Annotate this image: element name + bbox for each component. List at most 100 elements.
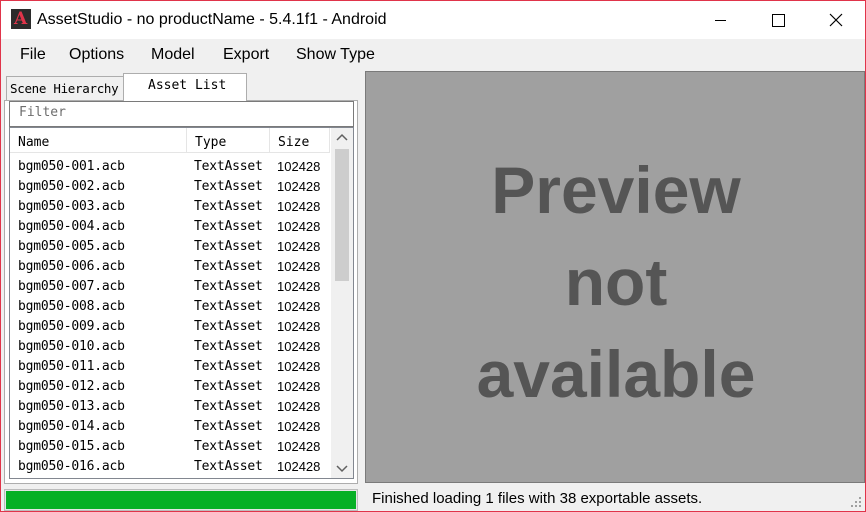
list-item-name: bgm050-007.acb (18, 279, 125, 294)
menu-show-type[interactable]: Show Type (296, 46, 375, 64)
list-item-name: bgm050-013.acb (18, 399, 125, 414)
list-item-size: 102428 (277, 439, 321, 454)
list-item-size: 102428 (277, 379, 321, 394)
list-item-size: 102428 (277, 259, 321, 274)
tab-asset-list[interactable]: Asset List (123, 73, 247, 101)
list-item[interactable]: bgm050-013.acb TextAsset 102428 (10, 397, 330, 417)
list-item-name: bgm050-009.acb (18, 319, 125, 334)
list-item-name: bgm050-011.acb (18, 359, 125, 374)
list-item-size: 102428 (277, 459, 321, 474)
menu-options[interactable]: Options (69, 46, 124, 64)
preview-line: available (476, 337, 756, 411)
preview-message: Preview not available (366, 144, 865, 420)
list-item-name: bgm050-005.acb (18, 239, 125, 254)
list-item[interactable]: bgm050-016.acb TextAsset 102428 (10, 457, 330, 477)
app-icon[interactable]: A (11, 9, 31, 29)
list-item-size: 102428 (277, 359, 321, 374)
list-item-name: bgm050-001.acb (18, 159, 125, 174)
list-item[interactable]: bgm050-005.acb TextAsset 102428 (10, 237, 330, 257)
menu-bar: File Options Model Export Show Type (1, 39, 865, 71)
list-item[interactable]: bgm050-014.acb TextAsset 102428 (10, 417, 330, 437)
list-item-name: bgm050-014.acb (18, 419, 125, 434)
list-item-size: 102428 (277, 339, 321, 354)
list-item-type: TextAsset (194, 299, 263, 314)
progress-fill (6, 491, 356, 509)
list-item[interactable]: bgm050-002.acb TextAsset 102428 (10, 177, 330, 197)
list-item-type: TextAsset (194, 219, 263, 234)
list-item[interactable]: bgm050-007.acb TextAsset 102428 (10, 277, 330, 297)
list-item[interactable]: bgm050-012.acb TextAsset 102428 (10, 377, 330, 397)
preview-line: Preview (491, 153, 741, 227)
list-header: Name Type Size (10, 128, 330, 153)
menu-export[interactable]: Export (223, 46, 269, 64)
list-item-name: bgm050-003.acb (18, 199, 125, 214)
list-item-size: 102428 (277, 399, 321, 414)
list-item-type: TextAsset (194, 199, 263, 214)
list-item-name: bgm050-004.acb (18, 219, 125, 234)
list-item[interactable]: bgm050-015.acb TextAsset 102428 (10, 437, 330, 457)
size-grip-icon[interactable] (850, 496, 862, 508)
app-icon-letter: A (14, 9, 28, 29)
list-rows: bgm050-001.acb TextAsset 102428 bgm050-002.… (10, 157, 330, 477)
title-bar[interactable]: A AssetStudio - no productName - 5.4.1f1… (1, 1, 865, 39)
tab-scene-hierarchy[interactable]: Scene Hierarchy (6, 76, 124, 101)
status-text: Finished loading 1 files with 38 exporta… (372, 490, 703, 507)
minimize-icon[interactable] (691, 1, 749, 39)
left-panel: Scene Hierarchy Asset List Filter Name T… (1, 71, 361, 511)
list-item[interactable]: bgm050-004.acb TextAsset 102428 (10, 217, 330, 237)
close-icon[interactable] (807, 1, 865, 39)
list-item-type: TextAsset (194, 279, 263, 294)
list-item[interactable]: bgm050-006.acb TextAsset 102428 (10, 257, 330, 277)
list-item-type: TextAsset (194, 399, 263, 414)
vertical-scrollbar[interactable] (331, 128, 353, 478)
window-title: AssetStudio - no productName - 5.4.1f1 -… (37, 11, 387, 28)
filter-input[interactable]: Filter (9, 101, 354, 127)
list-item-type: TextAsset (194, 179, 263, 194)
list-item-name: bgm050-008.acb (18, 299, 125, 314)
preview-line: not (564, 245, 668, 319)
list-item-size: 102428 (277, 179, 321, 194)
list-item-type: TextAsset (194, 339, 263, 354)
column-header-size[interactable]: Size (270, 128, 330, 153)
scrollbar-thumb[interactable] (335, 149, 349, 281)
list-item-size: 102428 (277, 159, 321, 174)
app-window: A AssetStudio - no productName - 5.4.1f1… (0, 0, 866, 512)
list-item-type: TextAsset (194, 359, 263, 374)
list-item-size: 102428 (277, 299, 321, 314)
list-item[interactable]: bgm050-009.acb TextAsset 102428 (10, 317, 330, 337)
list-item-size: 102428 (277, 279, 321, 294)
list-item-name: bgm050-002.acb (18, 179, 125, 194)
preview-panel: Preview not available (365, 71, 865, 483)
chevron-down-icon[interactable] (331, 458, 353, 478)
column-header-name[interactable]: Name (10, 128, 187, 153)
list-item[interactable]: bgm050-003.acb TextAsset 102428 (10, 197, 330, 217)
list-item[interactable]: bgm050-010.acb TextAsset 102428 (10, 337, 330, 357)
list-item-name: bgm050-016.acb (18, 459, 125, 474)
list-item-size: 102428 (277, 319, 321, 334)
list-item-type: TextAsset (194, 459, 263, 474)
list-item-name: bgm050-006.acb (18, 259, 125, 274)
progress-bar (4, 489, 358, 511)
list-item-name: bgm050-012.acb (18, 379, 125, 394)
maximize-icon[interactable] (749, 1, 807, 39)
chevron-up-icon[interactable] (331, 128, 353, 148)
list-item-type: TextAsset (194, 419, 263, 434)
list-item-name: bgm050-010.acb (18, 339, 125, 354)
list-item-type: TextAsset (194, 439, 263, 454)
list-item-size: 102428 (277, 419, 321, 434)
list-item-type: TextAsset (194, 239, 263, 254)
list-item[interactable]: bgm050-008.acb TextAsset 102428 (10, 297, 330, 317)
menu-file[interactable]: File (20, 46, 46, 64)
list-item-size: 102428 (277, 219, 321, 234)
status-bar: Finished loading 1 files with 38 exporta… (365, 485, 865, 511)
list-item-type: TextAsset (194, 259, 263, 274)
list-item-type: TextAsset (194, 319, 263, 334)
list-item-size: 102428 (277, 199, 321, 214)
column-header-type[interactable]: Type (187, 128, 270, 153)
asset-list[interactable]: Name Type Size bgm050-001.acb TextAsset 10… (9, 127, 354, 479)
list-item[interactable]: bgm050-001.acb TextAsset 102428 (10, 157, 330, 177)
menu-model[interactable]: Model (151, 46, 195, 64)
list-item[interactable]: bgm050-011.acb TextAsset 102428 (10, 357, 330, 377)
list-item-type: TextAsset (194, 159, 263, 174)
list-item-type: TextAsset (194, 379, 263, 394)
